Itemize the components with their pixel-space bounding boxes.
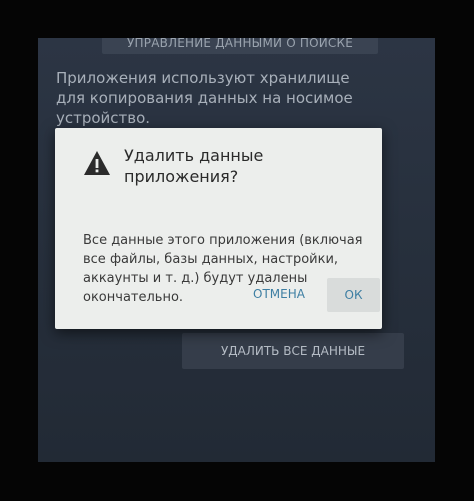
ok-button[interactable]: ОК xyxy=(327,278,380,312)
cancel-button[interactable]: Отмена xyxy=(253,286,305,302)
storage-description: Приложения используют хранилище для копи… xyxy=(56,69,353,127)
dialog-title: Удалить данные приложения? xyxy=(124,146,264,186)
delete-all-data-button[interactable]: Удалить все данные xyxy=(182,333,404,369)
delete-data-dialog: Удалить данные приложения? Все данные эт… xyxy=(55,128,382,329)
dialog-header: Удалить данные приложения? xyxy=(83,145,284,187)
screen: Управление данными о поиске Приложения и… xyxy=(38,38,435,462)
warning-triangle-icon xyxy=(84,151,110,175)
manage-search-data-button[interactable]: Управление данными о поиске xyxy=(102,38,378,54)
